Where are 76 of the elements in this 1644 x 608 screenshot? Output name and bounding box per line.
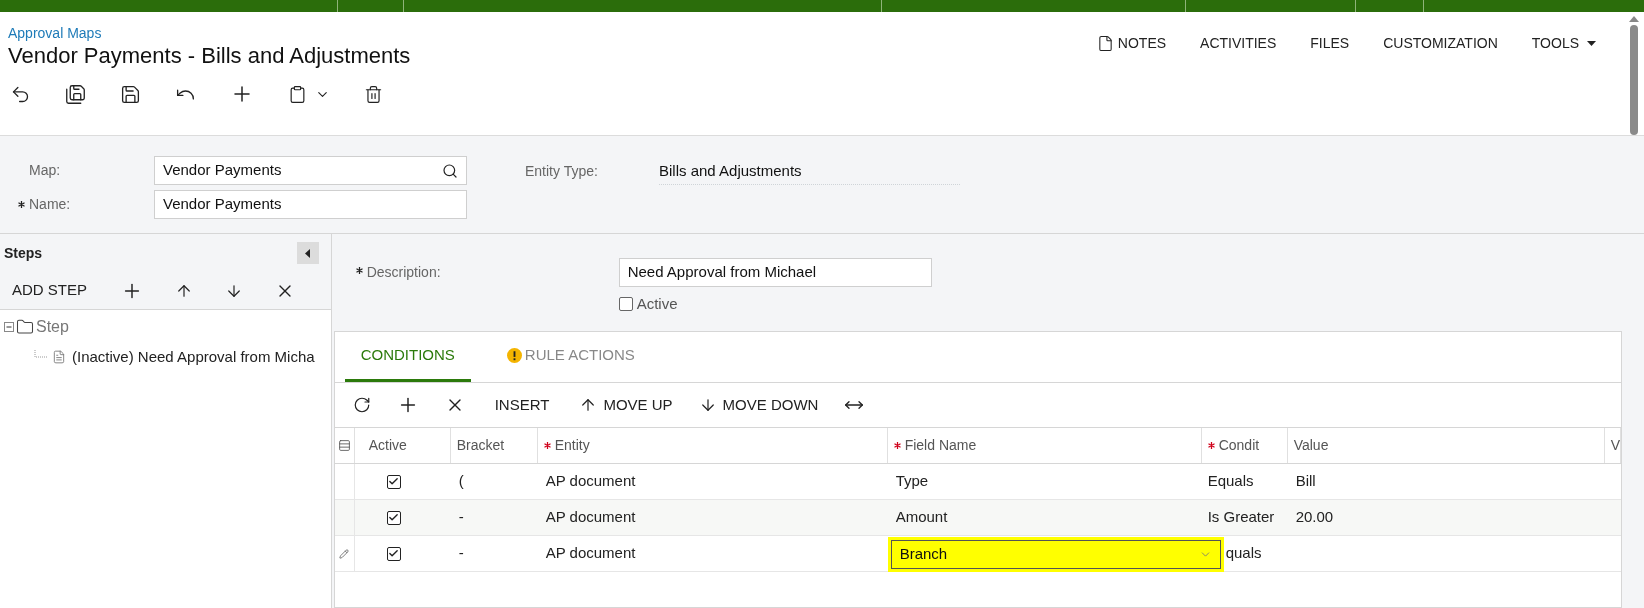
description-field[interactable]: Need Approval from Michael: [618, 258, 932, 287]
required-icon: [543, 442, 551, 449]
table-cell-text: Type: [895, 471, 929, 492]
column-header[interactable]: Value: [1293, 435, 1329, 456]
column-header[interactable]: Entity: [554, 435, 590, 456]
tree-item[interactable]: Step: [36, 315, 69, 339]
field-label: Entity Type:: [525, 162, 599, 181]
save-button[interactable]: [120, 83, 141, 105]
delete-button[interactable]: [364, 84, 383, 104]
tab[interactable]: CONDITIONS: [344, 332, 471, 382]
collapse-button[interactable]: [296, 242, 319, 264]
column-header[interactable]: V: [1610, 435, 1620, 456]
table-cell-text: Amount: [895, 507, 948, 528]
table-cell-text: (: [458, 471, 464, 492]
copy-paste-button[interactable]: [288, 84, 330, 104]
caret-icon: [1587, 40, 1596, 46]
trash-icon: [364, 84, 383, 104]
table-cell-text: AP document: [545, 471, 636, 492]
table-cell-text: AP document: [545, 543, 636, 564]
notes-button[interactable]: NOTES: [1096, 32, 1167, 54]
column-header[interactable]: Active: [368, 435, 407, 456]
column-header[interactable]: Bracket: [456, 435, 505, 456]
refresh-icon: [352, 396, 371, 414]
warning-icon: [506, 347, 522, 363]
name-field[interactable]: Vendor Payments: [154, 190, 467, 219]
field-label: Name:: [29, 195, 71, 214]
folder-icon: [16, 318, 34, 336]
field-label: Map:: [29, 161, 61, 180]
caret-left-icon: [305, 248, 311, 258]
breadcrumb-link[interactable]: Approval Maps: [8, 24, 411, 42]
row-checkbox[interactable]: [386, 474, 401, 489]
toolbar-button[interactable]: MOVE DOWN: [692, 389, 825, 421]
required-icon: [355, 267, 363, 274]
tab[interactable]: RULE ACTIONS: [490, 332, 651, 382]
header-link[interactable]: FILES: [1310, 32, 1350, 54]
toolbar-button[interactable]: MOVE UP: [573, 389, 679, 421]
toolbar-button[interactable]: ADD STEP: [2, 274, 97, 307]
checkbox-label: Active: [636, 294, 678, 314]
tools-menu[interactable]: TOOLS: [1531, 32, 1596, 54]
row-checkbox[interactable]: [386, 546, 401, 561]
header-link[interactable]: CUSTOMIZATION: [1383, 32, 1498, 54]
collapse-icon[interactable]: [4, 322, 14, 332]
table-cell-text: AP document: [545, 507, 636, 528]
table-cell-text: -: [458, 543, 464, 564]
pencil-icon: [339, 548, 350, 559]
table-cell-text: Equals: [1207, 471, 1254, 492]
header-link[interactable]: ACTIVITIES: [1200, 32, 1277, 54]
table-cell-text: -: [458, 507, 464, 528]
required-icon: [1207, 442, 1215, 449]
table-cell-text: 20.00: [1295, 507, 1334, 528]
map-field[interactable]: Vendor Payments: [154, 156, 467, 185]
entity-type-value: Bills and Adjustments: [659, 157, 960, 185]
table-cell-text: quals: [1225, 543, 1262, 564]
column-settings-icon[interactable]: [337, 439, 351, 452]
required-icon: [893, 442, 901, 449]
save-close-button[interactable]: [65, 83, 86, 105]
column-header[interactable]: Field Name: [904, 435, 977, 456]
column-header[interactable]: Condit: [1218, 435, 1260, 456]
save-icon: [65, 83, 86, 105]
tree-item[interactable]: (Inactive) Need Approval from Micha: [72, 345, 315, 369]
page-title: Vendor Payments - Bills and Adjustments: [8, 42, 411, 70]
panel-title: Steps: [4, 243, 43, 263]
table-cell-text: Is Greater: [1207, 507, 1275, 528]
scroll-up-icon: [1629, 16, 1639, 22]
document-icon: [1096, 34, 1114, 52]
toolbar-button[interactable]: INSERT: [484, 389, 560, 421]
field-name-dropdown[interactable]: Branch: [887, 537, 1224, 572]
active-checkbox[interactable]: [618, 297, 633, 312]
field-label: Description:: [366, 263, 441, 282]
search-icon: [442, 162, 458, 179]
row-checkbox[interactable]: [386, 510, 401, 525]
clipboard-icon: [288, 84, 307, 104]
document-icon: [52, 350, 66, 364]
required-icon: [18, 201, 25, 208]
table-cell-text: Bill: [1295, 471, 1316, 492]
save-icon: [120, 83, 141, 105]
